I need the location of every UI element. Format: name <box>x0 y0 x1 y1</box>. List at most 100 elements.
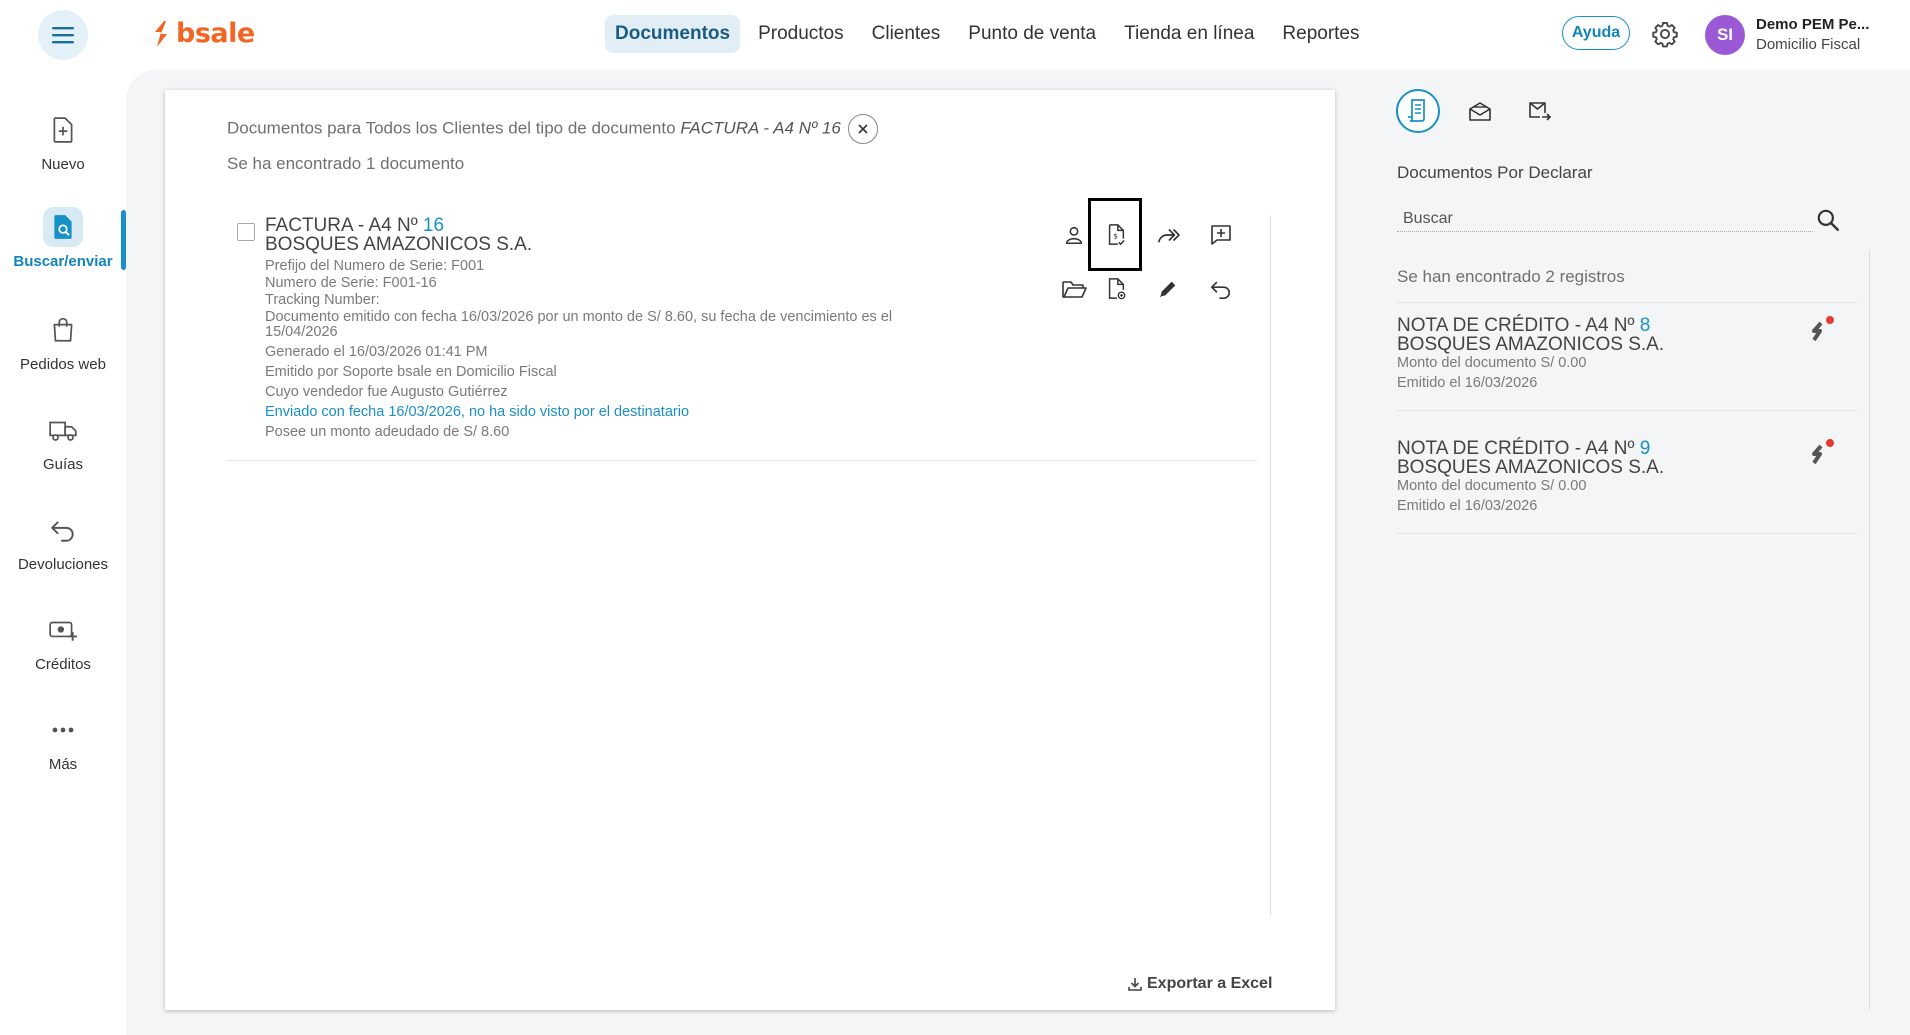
top-bar: bsale Documentos Productos Clientes Punt… <box>0 0 1910 70</box>
detail-generated: Generado el 16/03/2026 01:41 PM <box>265 344 488 360</box>
nav-reportes[interactable]: Reportes <box>1272 15 1369 53</box>
search-document-icon <box>54 215 72 239</box>
nav-punto-de-venta[interactable]: Punto de venta <box>958 15 1106 53</box>
right-panel-title: Documentos Por Declarar <box>1397 163 1593 182</box>
edit-button[interactable] <box>1152 273 1184 305</box>
hamburger-menu-button[interactable] <box>38 10 88 60</box>
tax-document-button[interactable]: $ <box>1100 219 1132 251</box>
pending-document-number[interactable]: 9 <box>1640 438 1651 459</box>
bsale-logo-mark-icon <box>155 20 167 47</box>
tax-document-icon: $ <box>1108 224 1125 246</box>
detail-balance: Posee un monto adeudado de S/ 8.60 <box>265 424 510 440</box>
export-excel-button[interactable]: Exportar a Excel <box>1127 975 1272 993</box>
declare-document-button[interactable] <box>1807 315 1837 345</box>
bsale-sync-icon <box>1812 439 1834 465</box>
undo-return-icon <box>1211 281 1230 299</box>
panel-divider <box>1270 215 1271 915</box>
list-divider <box>1397 302 1857 303</box>
bsale-logo[interactable]: bsale <box>152 18 255 49</box>
document-row: FACTURA - A4 Nº 16 BOSQUES AMAZONICOS S.… <box>227 215 1257 461</box>
pending-document-item[interactable]: NOTA DE CRÉDITO - A4 Nº 9 BOSQUES AMAZON… <box>1397 438 1857 548</box>
documents-search-input[interactable] <box>1397 207 1813 232</box>
document-type: FACTURA - A4 Nº <box>265 215 418 236</box>
sidebar-item-mas[interactable]: Más <box>0 710 126 773</box>
declare-document-button[interactable] <box>1807 438 1837 468</box>
attach-document-icon <box>1108 278 1126 300</box>
nav-documentos[interactable]: Documentos <box>605 15 741 53</box>
sidebar-item-label: Guías <box>42 456 84 473</box>
nav-tienda-en-linea[interactable]: Tienda en línea <box>1114 15 1264 53</box>
add-comment-icon <box>1211 225 1231 245</box>
sidebar-item-nuevo[interactable]: Nuevo <box>0 110 126 173</box>
client-icon <box>1065 226 1083 245</box>
search-icon <box>1817 209 1839 231</box>
criteria-prefix: Documentos para Todos los Clientes del t… <box>227 118 676 138</box>
tab-send-mail[interactable] <box>1518 89 1562 133</box>
detail-issuer: Emitido por Soporte bsale en Domicilio F… <box>265 364 557 380</box>
download-icon <box>1128 978 1142 991</box>
sidebar-item-creditos[interactable]: Créditos <box>0 610 126 673</box>
results-count: Se ha encontrado 1 documento <box>227 154 465 173</box>
folder-icon <box>1062 281 1087 298</box>
help-button[interactable]: Ayuda <box>1562 16 1630 50</box>
user-avatar[interactable]: SI <box>1705 15 1745 55</box>
credit-money-icon <box>49 621 77 641</box>
criteria-doc-type: FACTURA - A4 <box>680 118 794 138</box>
shopping-bag-icon <box>53 317 73 342</box>
pending-document-client: BOSQUES AMAZONICOS S.A. <box>1397 457 1665 478</box>
main-nav: Documentos Productos Clientes Punto de v… <box>605 15 1370 53</box>
sidebar-item-pedidos-web[interactable]: Pedidos web <box>0 310 126 373</box>
detail-seller: Cuyo vendedor fue Augusto Gutiérrez <box>265 384 508 400</box>
sent-status-link[interactable]: Enviado con fecha 16/03/2026, no ha sido… <box>265 402 689 422</box>
sidebar-item-guias[interactable]: Guías <box>0 410 126 473</box>
nav-clientes[interactable]: Clientes <box>862 15 951 53</box>
new-document-icon <box>53 117 73 143</box>
sidebar-item-devoluciones[interactable]: Devoluciones <box>0 510 126 573</box>
sidebar-item-buscar-enviar[interactable]: Buscar/enviar <box>0 207 126 270</box>
sidebar-item-label: Nuevo <box>41 156 85 173</box>
return-arrow-icon <box>51 521 74 542</box>
pending-document-issued: Emitido el 16/03/2026 <box>1397 375 1538 391</box>
sidebar-item-label: Buscar/enviar <box>13 253 113 270</box>
bsale-sync-icon <box>1812 316 1834 342</box>
document-number[interactable]: 16 <box>423 215 444 236</box>
pending-document-amount: Monto del documento S/ 0.00 <box>1397 355 1587 371</box>
mailbox-icon <box>1469 102 1491 121</box>
search-results-panel: Documentos para Todos los Clientes del t… <box>165 90 1335 1010</box>
sidebar-item-label: Más <box>48 756 78 773</box>
forward-button[interactable] <box>1152 219 1184 251</box>
more-dots-icon <box>52 727 74 733</box>
pending-document-type: NOTA DE CRÉDITO - A4 Nº <box>1397 438 1635 459</box>
sidebar: Nuevo Buscar/enviar Pedidos web Guías De… <box>0 70 126 1035</box>
clear-filter-button[interactable] <box>847 114 878 144</box>
user-name[interactable]: Demo PEM Pe... <box>1756 16 1869 33</box>
detail-due-date: 15/04/2026 <box>265 324 338 340</box>
settings-button[interactable] <box>1651 20 1679 48</box>
search-criteria: Documentos para Todos los Clientes del t… <box>227 114 878 144</box>
tab-documents-to-declare[interactable] <box>1396 89 1440 133</box>
undo-return-button[interactable] <box>1205 273 1237 305</box>
document-list-icon <box>1408 99 1425 122</box>
scroll-track <box>1869 250 1870 1010</box>
pending-document-number[interactable]: 8 <box>1640 315 1651 336</box>
pending-document-amount: Monto del documento S/ 0.00 <box>1397 478 1587 494</box>
tab-mailbox[interactable] <box>1458 89 1502 133</box>
document-select-checkbox[interactable] <box>237 223 255 241</box>
brand-name: bsale <box>176 18 255 49</box>
document-client: BOSQUES AMAZONICOS S.A. <box>265 234 533 255</box>
search-button[interactable] <box>1815 207 1841 233</box>
folder-button[interactable] <box>1058 273 1090 305</box>
attach-document-button[interactable] <box>1100 273 1132 305</box>
gear-icon <box>1652 21 1678 48</box>
mail-send-icon <box>1529 102 1552 121</box>
truck-icon <box>49 421 77 441</box>
pending-document-issued: Emitido el 16/03/2026 <box>1397 498 1538 514</box>
add-comment-button[interactable] <box>1205 219 1237 251</box>
list-divider <box>1397 410 1857 411</box>
edit-pencil-icon <box>1159 281 1176 298</box>
nav-productos[interactable]: Productos <box>748 15 854 53</box>
client-button[interactable] <box>1058 219 1090 251</box>
sidebar-item-label: Pedidos web <box>20 356 106 373</box>
pending-document-type: NOTA DE CRÉDITO - A4 Nº <box>1397 315 1635 336</box>
pending-document-item[interactable]: NOTA DE CRÉDITO - A4 Nº 8 BOSQUES AMAZON… <box>1397 315 1857 425</box>
